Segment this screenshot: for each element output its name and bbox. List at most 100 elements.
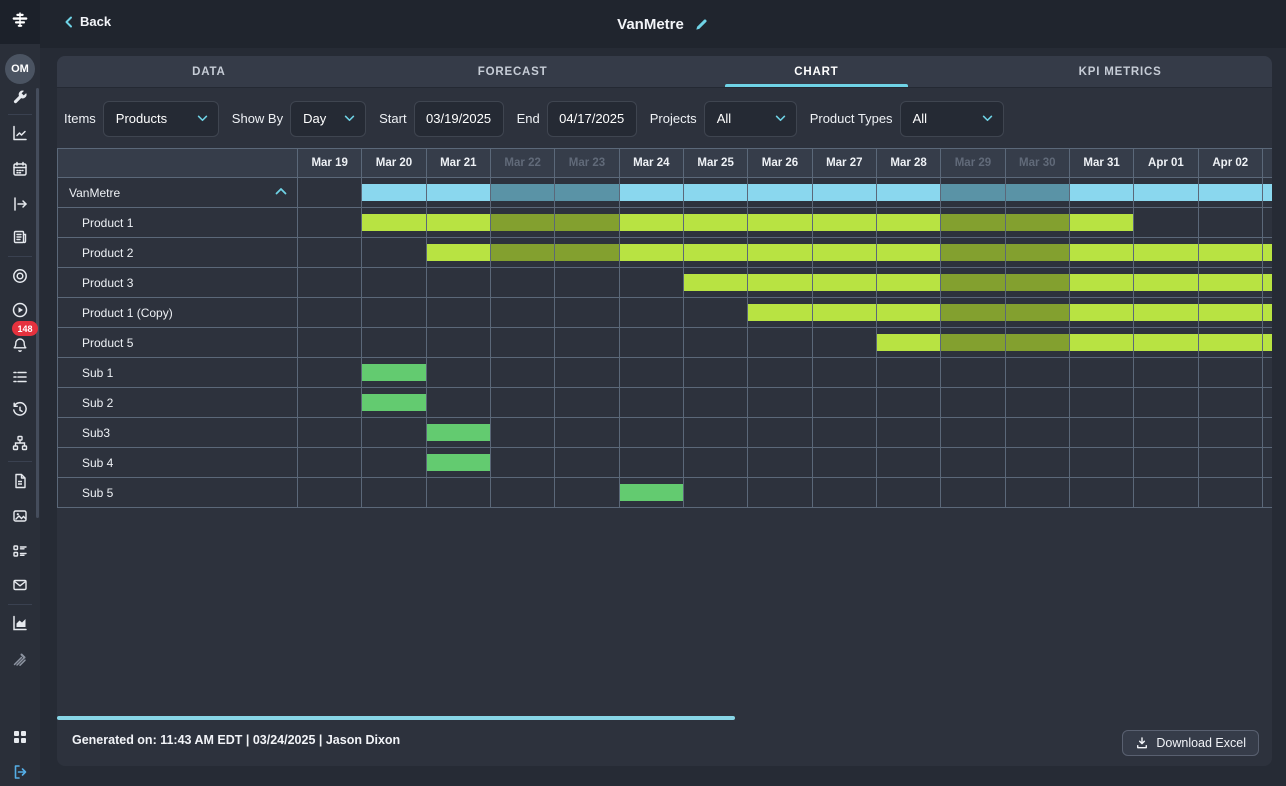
end-date-input[interactable]: 04/17/2025: [547, 101, 637, 137]
gantt-bar-segment[interactable]: [427, 184, 490, 201]
gantt-bar-segment[interactable]: [1134, 334, 1197, 351]
gantt-bar-segment[interactable]: [555, 214, 618, 231]
horizontal-scrollbar-thumb[interactable]: [57, 716, 735, 720]
app-logo[interactable]: [0, 0, 40, 44]
edit-pencil-icon[interactable]: [694, 17, 709, 32]
gantt-bar-segment[interactable]: [620, 244, 683, 261]
gantt-bar-segment[interactable]: [491, 184, 554, 201]
gantt-bar-segment[interactable]: [1199, 304, 1262, 321]
gantt-bar-segment[interactable]: [1070, 274, 1133, 291]
gantt-bar-segment[interactable]: [877, 184, 940, 201]
gantt-bar-segment[interactable]: [877, 334, 940, 351]
gantt-bar-segment[interactable]: [813, 274, 876, 291]
start-date-input[interactable]: 03/19/2025: [414, 101, 504, 137]
gantt-bar-segment[interactable]: [1006, 214, 1069, 231]
gantt-bar-segment[interactable]: [1263, 184, 1272, 201]
calendar-icon[interactable]: [11, 160, 29, 178]
export-arrow-icon[interactable]: [11, 195, 29, 213]
gantt-bar-segment[interactable]: [941, 274, 1004, 291]
gantt-bar-segment[interactable]: [427, 244, 490, 261]
gantt-bar-segment[interactable]: [684, 214, 747, 231]
area-chart-icon[interactable]: [11, 614, 29, 632]
collapse-chevron-up-icon[interactable]: [275, 187, 287, 195]
image-icon[interactable]: [11, 507, 29, 525]
gantt-bar-segment[interactable]: [1006, 184, 1069, 201]
avatar[interactable]: OM: [5, 54, 35, 84]
gantt-bar-segment[interactable]: [1263, 274, 1272, 291]
gantt-bar-segment[interactable]: [1006, 244, 1069, 261]
gantt-bar-segment[interactable]: [1006, 304, 1069, 321]
gantt-bar-segment[interactable]: [748, 244, 811, 261]
gantt-bar-segment[interactable]: [813, 214, 876, 231]
gantt-bar-segment[interactable]: [1070, 334, 1133, 351]
projects-select[interactable]: All: [704, 101, 797, 137]
gantt-bar-segment[interactable]: [1134, 304, 1197, 321]
download-excel-button[interactable]: Download Excel: [1122, 730, 1259, 756]
gantt-bar-segment[interactable]: [1134, 184, 1197, 201]
gantt-bar-segment[interactable]: [1263, 334, 1272, 351]
news-icon[interactable]: [11, 228, 29, 246]
gantt-bar-segment[interactable]: [941, 184, 1004, 201]
gantt-bar-segment[interactable]: [877, 244, 940, 261]
gantt-bar-segment[interactable]: [748, 274, 811, 291]
gantt-bar-segment[interactable]: [1134, 244, 1197, 261]
gantt-bar-segment[interactable]: [748, 184, 811, 201]
gantt-bar-segment[interactable]: [555, 244, 618, 261]
gantt-bar-segment[interactable]: [1199, 184, 1262, 201]
tab-chart[interactable]: CHART: [665, 56, 969, 87]
wrench-icon[interactable]: [11, 88, 29, 106]
tab-forecast[interactable]: FORECAST: [361, 56, 665, 87]
gantt-bar-segment[interactable]: [427, 214, 490, 231]
tab-data[interactable]: DATA: [57, 56, 361, 87]
gantt-bar-segment[interactable]: [427, 424, 490, 441]
gantt-bar-segment[interactable]: [620, 184, 683, 201]
gantt-bar-segment[interactable]: [362, 214, 425, 231]
gantt-bar-segment[interactable]: [877, 214, 940, 231]
gantt-bar-segment[interactable]: [941, 334, 1004, 351]
gantt-bar-segment[interactable]: [941, 244, 1004, 261]
gantt-bar-segment[interactable]: [1070, 244, 1133, 261]
gantt-bar-segment[interactable]: [813, 304, 876, 321]
gantt-bar-segment[interactable]: [684, 184, 747, 201]
mail-icon[interactable]: [11, 576, 29, 594]
gantt-bar-segment[interactable]: [491, 244, 554, 261]
gantt-bar-segment[interactable]: [1006, 334, 1069, 351]
gantt-bar-segment[interactable]: [1263, 304, 1272, 321]
gantt-bar-segment[interactable]: [1006, 274, 1069, 291]
gantt-bar-segment[interactable]: [1199, 274, 1262, 291]
gantt-bar-segment[interactable]: [684, 244, 747, 261]
form-layout-icon[interactable]: [11, 542, 29, 560]
sidebar-scrollbar[interactable]: [36, 88, 39, 518]
gantt-bar-segment[interactable]: [1070, 184, 1133, 201]
history-icon[interactable]: [11, 401, 29, 419]
apps-grid-icon[interactable]: [11, 728, 29, 746]
gantt-bar-segment[interactable]: [555, 184, 618, 201]
gantt-bar-segment[interactable]: [362, 184, 425, 201]
list-icon[interactable]: [11, 368, 29, 386]
gantt-bar-segment[interactable]: [748, 304, 811, 321]
gantt-bar-segment[interactable]: [1070, 214, 1133, 231]
gantt-bar-segment[interactable]: [620, 214, 683, 231]
show-by-select[interactable]: Day: [290, 101, 366, 137]
gantt-bar-segment[interactable]: [1263, 244, 1272, 261]
gantt-bar-segment[interactable]: [427, 454, 490, 471]
signature-icon[interactable]: [11, 650, 29, 668]
product-types-select[interactable]: All: [900, 101, 1004, 137]
gantt-bar-segment[interactable]: [491, 214, 554, 231]
gantt-bar-segment[interactable]: [748, 214, 811, 231]
gantt-bar-segment[interactable]: [1199, 334, 1262, 351]
gantt-bar-segment[interactable]: [877, 304, 940, 321]
gantt-bar-segment[interactable]: [362, 394, 425, 411]
target-icon[interactable]: [11, 267, 29, 285]
gantt-bar-segment[interactable]: [813, 184, 876, 201]
logout-icon[interactable]: [11, 763, 29, 781]
gantt-bar-segment[interactable]: [813, 244, 876, 261]
gantt-bar-segment[interactable]: [620, 484, 683, 501]
gantt-bar-segment[interactable]: [941, 304, 1004, 321]
items-select[interactable]: Products: [103, 101, 219, 137]
notifications-bell-icon[interactable]: [11, 336, 29, 354]
gantt-bar-segment[interactable]: [941, 214, 1004, 231]
gantt-bar-segment[interactable]: [1070, 304, 1133, 321]
gantt-bar-segment[interactable]: [1199, 244, 1262, 261]
gantt-bar-segment[interactable]: [1134, 274, 1197, 291]
